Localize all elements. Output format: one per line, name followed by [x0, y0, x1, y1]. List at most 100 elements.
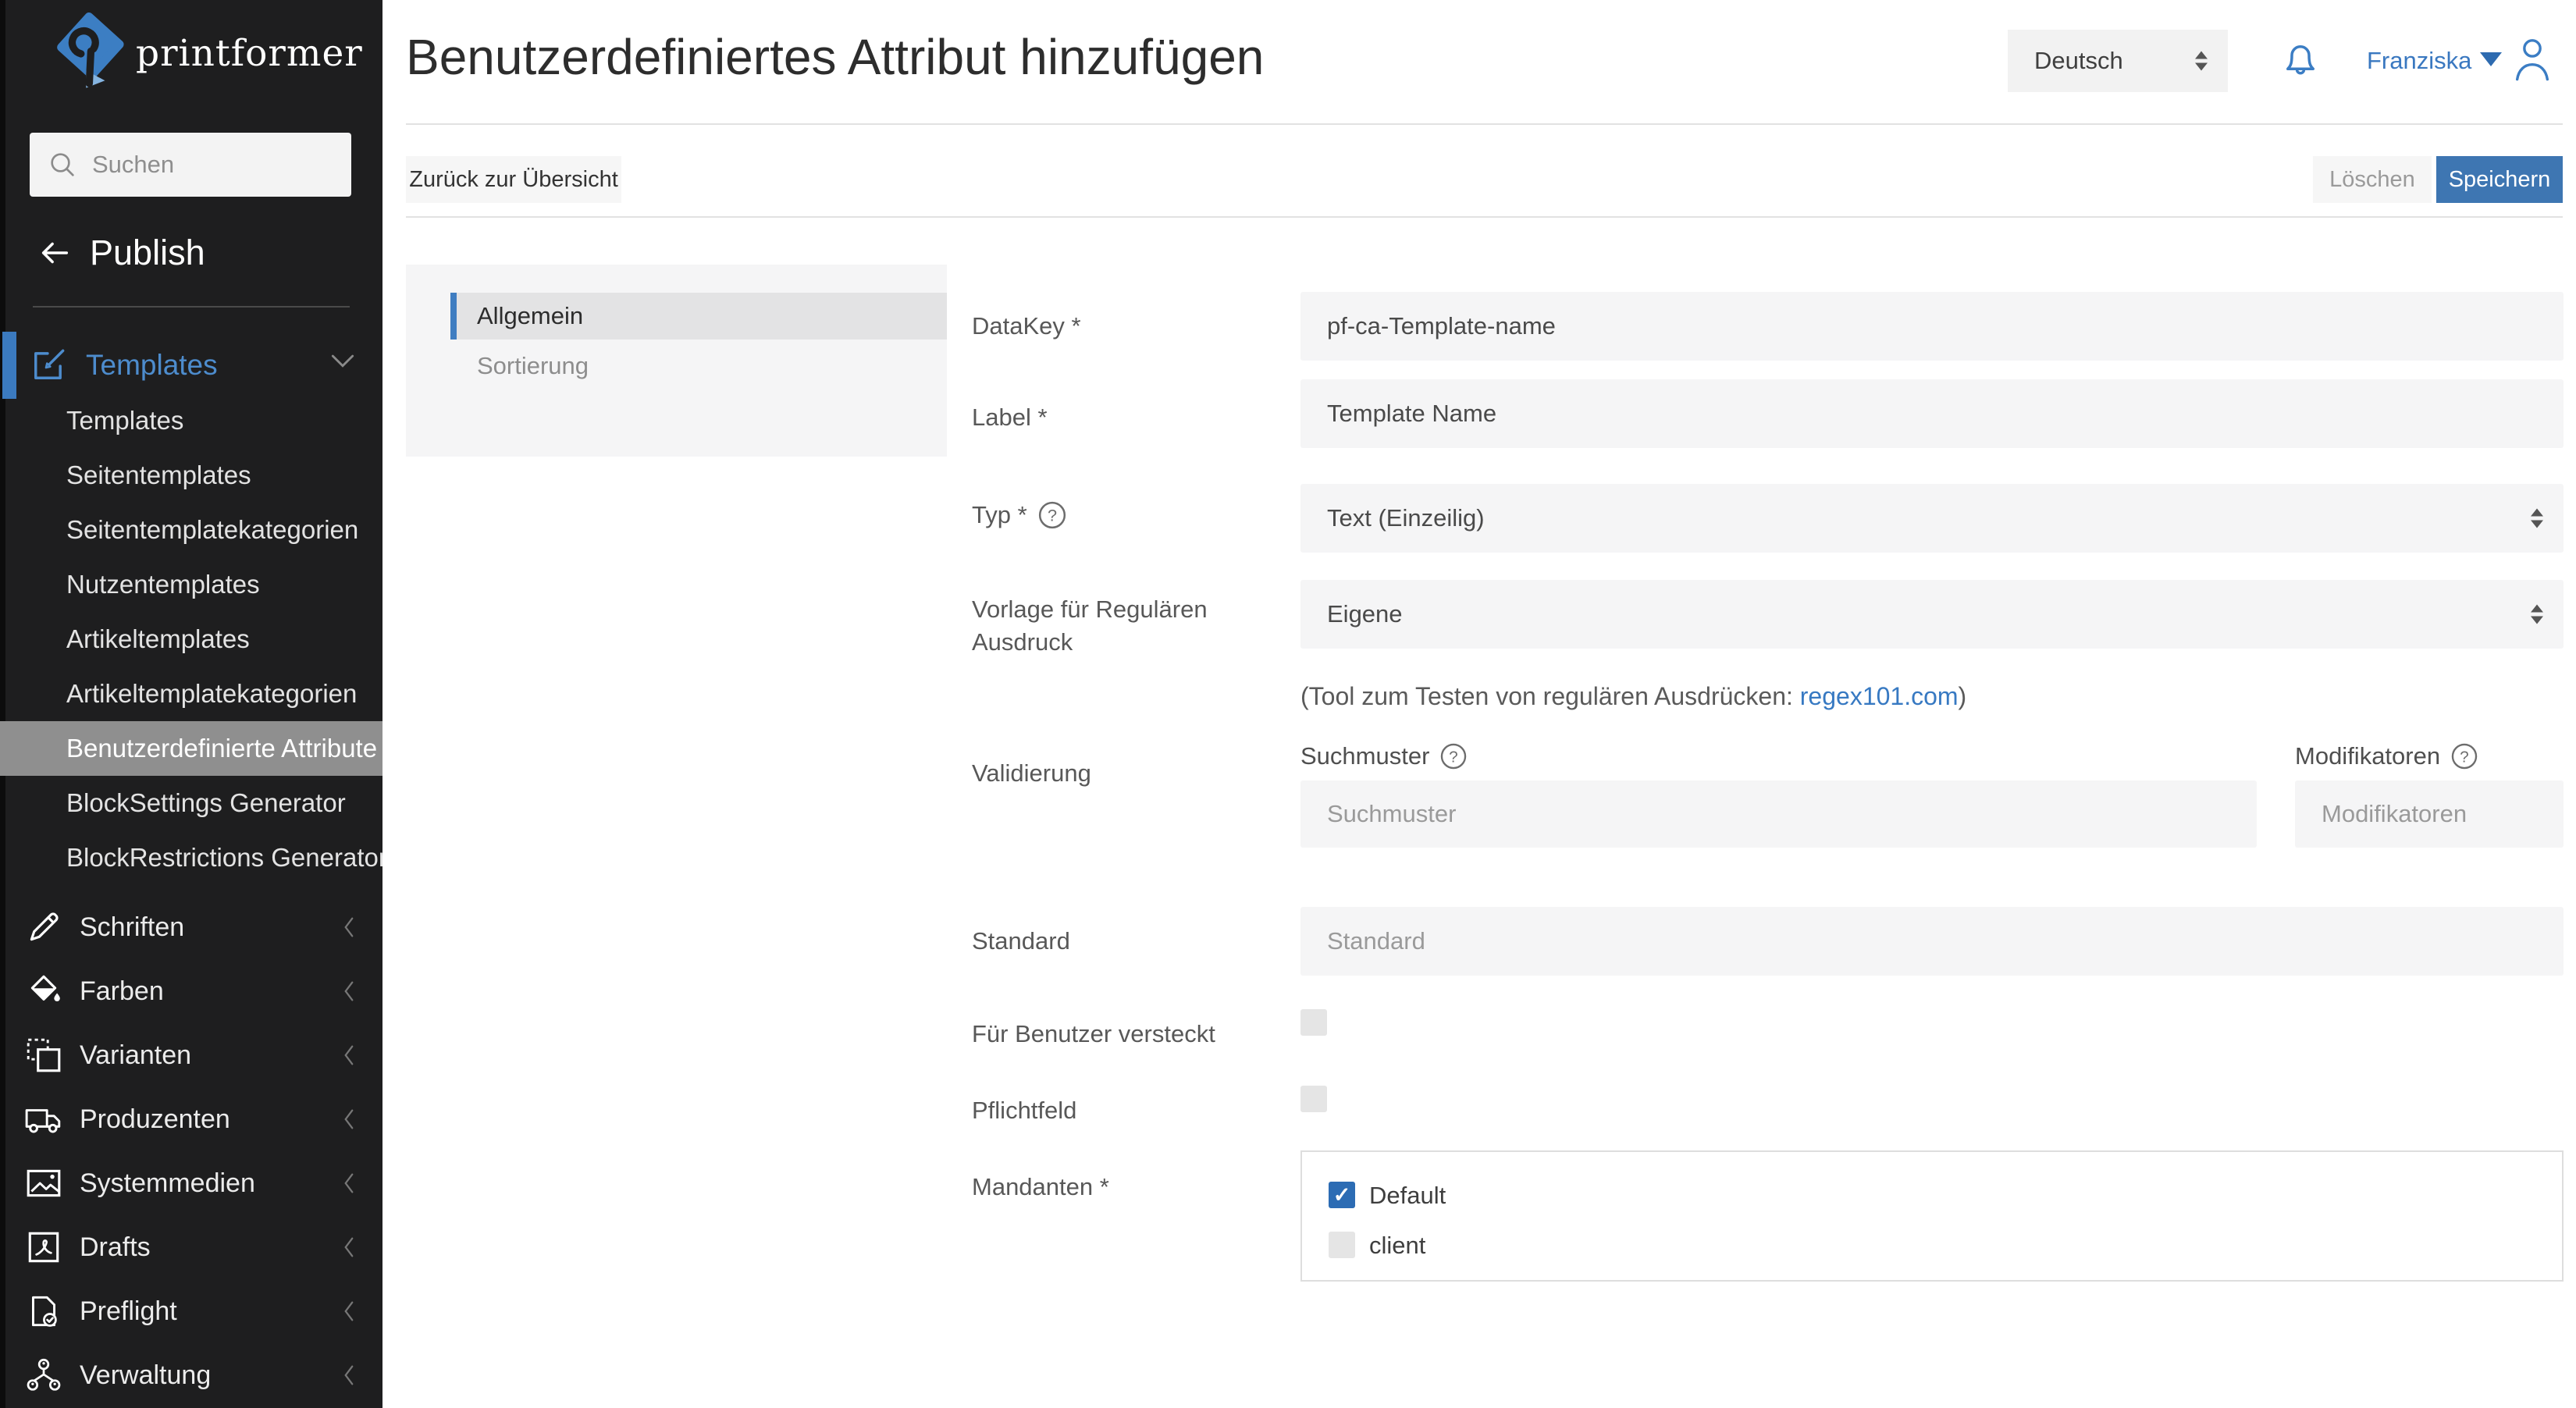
language-select[interactable]: Deutsch [2008, 30, 2228, 92]
sidebar-item-artikeltemplates[interactable]: Artikeltemplates [0, 612, 382, 667]
label-input[interactable] [1300, 379, 2564, 448]
select-stepper-icon [2195, 52, 2208, 71]
delete-button[interactable]: Löschen [2313, 156, 2432, 203]
user-name[interactable]: Franziska [2367, 47, 2471, 75]
chevron-left-icon [337, 1234, 361, 1260]
image-icon [23, 1163, 64, 1204]
chevron-left-icon [337, 978, 361, 1004]
regex-hint: (Tool zum Testen von regulären Ausdrücke… [1300, 682, 1966, 711]
pen-icon [23, 907, 64, 948]
sidebar: printformer Publish Templates [0, 0, 382, 1408]
layers-icon [23, 1035, 64, 1076]
sidebar-item-schriften[interactable]: Schriften [0, 895, 382, 959]
templates-submenu: Templates Seitentemplates Seitentemplate… [0, 393, 382, 885]
tab-allgemein[interactable]: Allgemein [450, 293, 947, 340]
datakey-label: DataKey * [972, 312, 1081, 340]
logo: printformer [50, 12, 363, 94]
pdf-icon [23, 1227, 64, 1268]
help-circle-icon[interactable]: ? [1439, 741, 1468, 771]
help-circle-icon[interactable]: ? [1037, 500, 1068, 531]
back-nav-publish[interactable]: Publish [37, 233, 205, 273]
chevron-left-icon [337, 1170, 361, 1196]
sidebar-item-verwaltung[interactable]: Verwaltung [0, 1343, 382, 1407]
sidebar-item-produzenten[interactable]: Produzenten [0, 1087, 382, 1151]
save-button[interactable]: Speichern [2436, 156, 2563, 203]
sidebar-group-templates[interactable]: Templates [0, 332, 382, 399]
modifikatoren-label: Modifikatoren ? [2295, 741, 2479, 771]
help-circle-icon[interactable]: ? [2450, 741, 2479, 771]
search-icon [47, 149, 78, 180]
label-field-label: Label * [972, 404, 1048, 432]
sidebar-item-seitentemplates[interactable]: Seitentemplates [0, 448, 382, 503]
chevron-left-icon [337, 1042, 361, 1068]
datakey-input[interactable] [1300, 292, 2564, 361]
typ-select[interactable]: Text (Einzeilig) [1300, 484, 2564, 553]
vorlage-select[interactable]: Eigene [1300, 580, 2564, 649]
sidebar-item-nutzentemplates[interactable]: Nutzentemplates [0, 557, 382, 612]
app-root: printformer Publish Templates [0, 0, 2576, 1408]
modifikatoren-input[interactable] [2295, 780, 2564, 848]
select-stepper-icon [2531, 605, 2543, 624]
chevron-left-icon [337, 914, 361, 940]
sidebar-divider [33, 306, 350, 308]
sidebar-item-varianten[interactable]: Varianten [0, 1023, 382, 1087]
search-input[interactable] [92, 151, 318, 179]
sidebar-item-preflight[interactable]: Preflight [0, 1279, 382, 1343]
validierung-label: Validierung [972, 759, 1091, 788]
vorlage-label: Vorlage für Regulären Ausdruck [972, 593, 1208, 659]
svg-text:?: ? [2460, 748, 2468, 766]
logo-text: printformer [136, 32, 363, 75]
svg-text:?: ? [1048, 506, 1057, 525]
mandant-client-checkbox[interactable] [1329, 1232, 1355, 1258]
sidebar-item-artikeltemplatekategorien[interactable]: Artikeltemplatekategorien [0, 667, 382, 721]
document-check-icon [23, 1291, 64, 1332]
suchmuster-input[interactable] [1300, 780, 2257, 848]
back-nav-label: Publish [90, 233, 205, 273]
regex101-link[interactable]: regex101.com [1800, 682, 1959, 710]
language-select-value: Deutsch [2034, 47, 2123, 75]
sidebar-item-systemmedien[interactable]: Systemmedien [0, 1151, 382, 1215]
mandant-default-checkbox[interactable] [1329, 1182, 1355, 1208]
suchmuster-label: Suchmuster ? [1300, 741, 1468, 771]
standard-input[interactable] [1300, 907, 2564, 976]
main-content: Benutzerdefiniertes Attribut hinzufügen … [382, 0, 2576, 1408]
sidebar-item-blocksettings-generator[interactable]: BlockSettings Generator [0, 776, 382, 830]
chevron-left-icon [337, 1362, 361, 1388]
caret-down-icon[interactable] [2480, 52, 2502, 66]
sidebar-sections: Schriften Farben Varianten [0, 895, 382, 1407]
select-stepper-icon [2531, 509, 2543, 528]
bell-icon[interactable] [2277, 34, 2324, 86]
sidebar-search [30, 133, 351, 197]
svg-text:?: ? [1450, 748, 1458, 766]
mandant-option-default: Default [1302, 1182, 2562, 1213]
hidden-for-user-label: Für Benutzer versteckt [972, 1020, 1215, 1048]
sidebar-item-benutzerdefinierte-attribute[interactable]: Benutzerdefinierte Attribute [0, 721, 382, 776]
group-label-templates: Templates [86, 349, 218, 382]
sidebar-item-farben[interactable]: Farben [0, 959, 382, 1023]
chevron-left-icon [337, 1298, 361, 1324]
toolbar-divider [406, 216, 2563, 218]
tab-sortierung[interactable]: Sortierung [477, 343, 589, 389]
sidebar-item-seitentemplatekategorien[interactable]: Seitentemplatekategorien [0, 503, 382, 557]
required-field-label: Pflichtfeld [972, 1097, 1076, 1125]
mandanten-box: Default client [1300, 1150, 2564, 1282]
chevron-down-icon [328, 352, 358, 372]
standard-label: Standard [972, 927, 1070, 955]
arrow-left-icon [37, 235, 73, 271]
form-section-nav: Allgemein Sortierung [406, 265, 947, 457]
mandant-option-client: client [1302, 1232, 2562, 1263]
sidebar-item-drafts[interactable]: Drafts [0, 1215, 382, 1279]
edit-icon [28, 345, 69, 386]
sidebar-item-templates[interactable]: Templates [0, 393, 382, 448]
required-field-checkbox[interactable] [1300, 1086, 1327, 1112]
user-icon[interactable] [2510, 33, 2555, 84]
typ-label: Typ * ? [972, 500, 1068, 531]
typ-select-value: Text (Einzeilig) [1327, 504, 1485, 532]
mandanten-label: Mandanten * [972, 1173, 1109, 1201]
back-to-overview-button[interactable]: Zurück zur Übersicht [406, 156, 621, 203]
sidebar-item-blockrestrictions-generator[interactable]: BlockRestrictions Generator [0, 830, 382, 885]
printformer-logo-icon [50, 12, 128, 94]
page-title: Benutzerdefiniertes Attribut hinzufügen [406, 28, 1264, 86]
truck-icon [23, 1099, 64, 1140]
hidden-for-user-checkbox[interactable] [1300, 1009, 1327, 1036]
